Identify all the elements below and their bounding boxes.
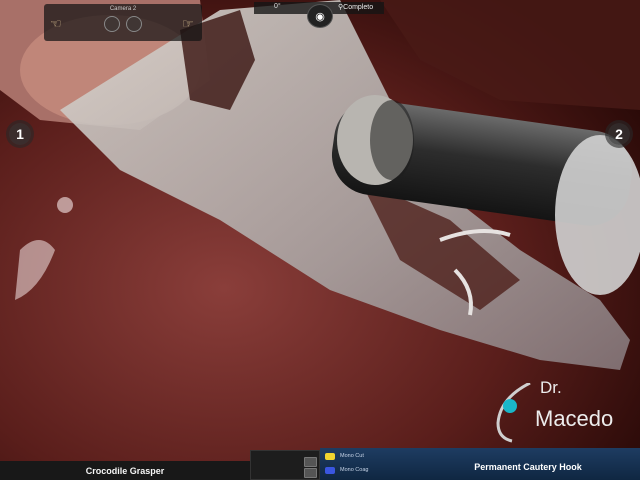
arm-2-label: 2 <box>608 123 630 145</box>
view-mode-text: Completo <box>343 4 374 11</box>
watermark-name: Macedo <box>535 406 614 431</box>
camera-label: Camera 2 <box>109 6 137 12</box>
watermark-logo-icon <box>496 383 531 443</box>
arm-1-label: 1 <box>9 123 31 145</box>
hand-icon: ☜ <box>50 16 62 31</box>
right-instrument-label: Permanent Cautery Hook <box>474 462 582 472</box>
left-instrument-label: Crocodile Grasper <box>0 461 250 480</box>
cut-mode-icon <box>325 452 335 460</box>
coag-mode-icon <box>325 466 335 474</box>
energy-mode-cut: Mono Cut <box>325 451 364 461</box>
camera-angle: 0° <box>274 3 281 10</box>
right-grip-indicator-icon <box>126 16 142 32</box>
pedal-bottom-icon <box>304 468 317 478</box>
right-instrument-panel: Mono Cut Mono Coag Permanent Cautery Hoo… <box>320 448 640 480</box>
mode-label: Mono Coag <box>340 467 369 473</box>
view-mode-label: ⚲Completo <box>338 3 373 11</box>
watermark-prefix: Dr. <box>540 378 562 397</box>
pedal-status-box <box>250 450 320 480</box>
left-grip-indicator-icon <box>104 16 120 32</box>
pedal-top-icon <box>304 457 317 467</box>
camera-status-panel: Camera 2 ☜ ☞ <box>44 4 202 41</box>
camera-icon[interactable]: ◉ <box>307 4 333 28</box>
hand-icon: ☞ <box>182 16 194 31</box>
energy-mode-coag: Mono Coag <box>325 465 368 475</box>
mode-label: Mono Cut <box>340 453 364 459</box>
